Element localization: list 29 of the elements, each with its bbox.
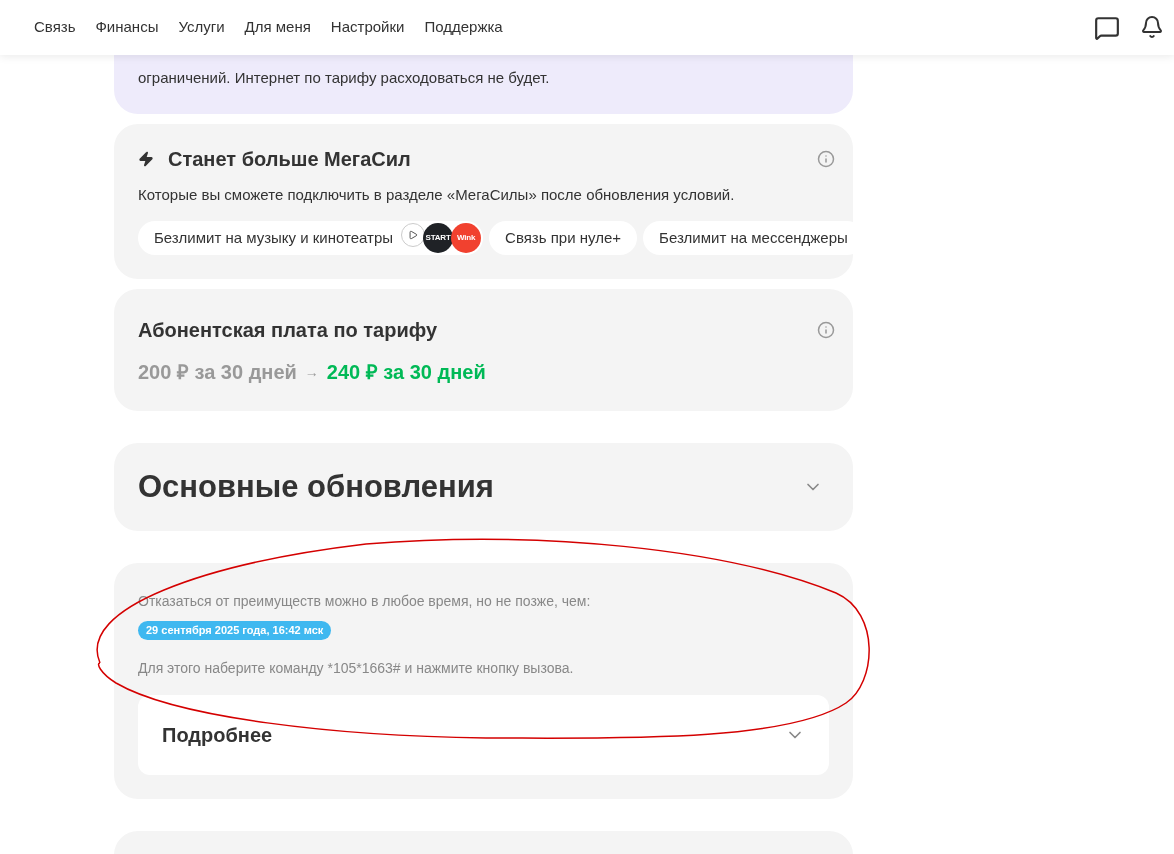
nav-link[interactable]: Настройки (330, 16, 405, 39)
chat-icon[interactable] (1094, 14, 1120, 41)
lightning-icon (138, 150, 154, 167)
service-chip[interactable]: Связь при нуле+ (489, 221, 638, 255)
nav-link[interactable]: Услуги (178, 16, 225, 39)
updates-accordion[interactable]: Основные обновления (114, 443, 853, 531)
new-price: 240 ₽ за 30 дней (326, 360, 486, 385)
instruction-text: Для этого наберите команду *105*1663# и нажмите кнопку вызова. (138, 659, 575, 678)
service-logo: START (423, 223, 454, 253)
arrow-text: → (304, 362, 319, 382)
nav-link[interactable]: Для меня (244, 16, 311, 39)
old-price: 200 ₽ за 30 дней (138, 360, 297, 385)
service-logo: Wink (451, 223, 482, 253)
nav-link[interactable]: Поддержка (424, 16, 503, 39)
info-icon[interactable] (817, 321, 835, 339)
card-title: Абонентская плата по тарифу (138, 318, 438, 343)
cancel-text: Отказаться от преимуществ можно в любое время, но не позже, чем: (138, 592, 592, 611)
deadline-badge: 29 сентября 2025 года, 16:42 мск (138, 621, 332, 640)
info-text: ограничений. Интернет по тарифу расходоваться не будет. (138, 68, 551, 88)
info-icon[interactable] (817, 149, 835, 168)
card-description: Которые вы сможете подключить в разделе «МегаСилы» после обновления условий. (138, 184, 736, 205)
nav-link[interactable]: Финансы (95, 16, 159, 39)
service-chip[interactable]: Безлимит на мессенджеры (643, 221, 853, 255)
play-logo-icon (401, 223, 426, 247)
service-chip[interactable]: Безлимит на музыку и кинотеатры START Wink (138, 221, 484, 255)
notifications-icon[interactable] (1140, 14, 1164, 39)
card-title: Станет больше МегаСил (168, 146, 411, 172)
nav-link[interactable]: Связь (34, 16, 76, 39)
details-accordion[interactable]: Подробнее (138, 695, 829, 775)
